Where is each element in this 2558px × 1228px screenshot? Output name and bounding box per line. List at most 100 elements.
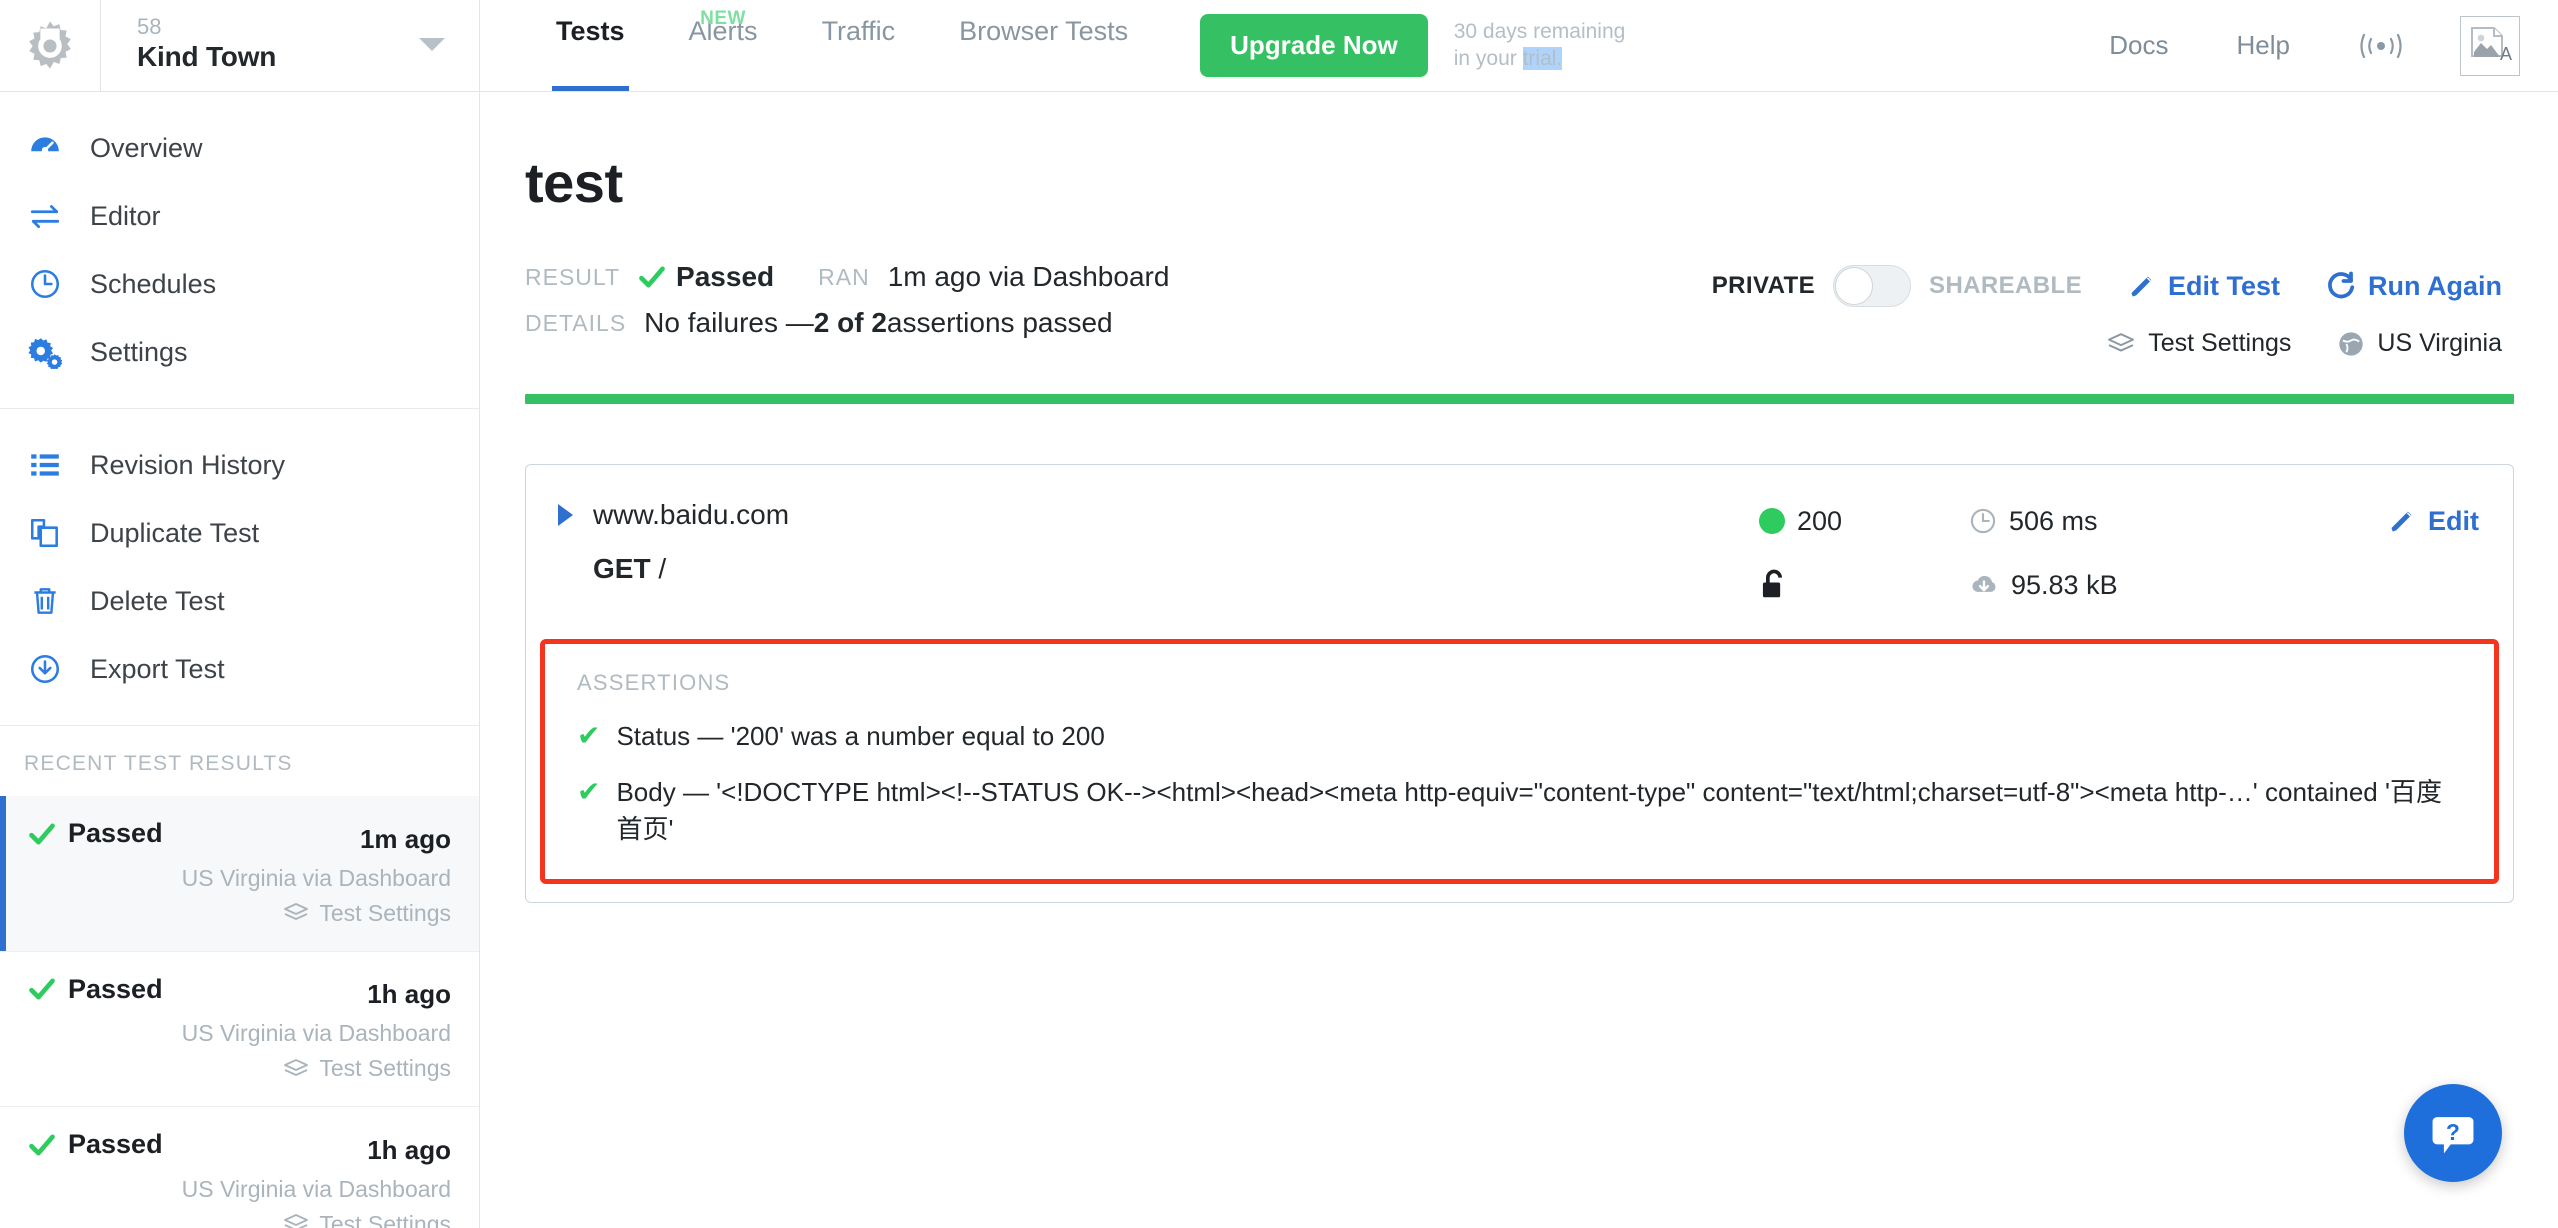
sidebar-item-export-test-label: Export Test [90,653,225,684]
tab-alerts[interactable]: NEW Alerts [657,0,790,91]
result-settings-label: Test Settings [319,899,451,926]
result-settings[interactable]: Test Settings [28,1211,451,1228]
sidebar-item-duplicate-test[interactable]: Duplicate Test [0,499,479,567]
list-item[interactable]: Passed 1m ago US Virginia via Dashboard … [0,796,479,952]
upgrade-now-button[interactable]: Upgrade Now [1200,14,1428,77]
sidebar-item-editor[interactable]: Editor [0,182,479,250]
status-bar [525,394,2514,404]
result-key: RESULT [525,263,621,290]
test-settings-link[interactable]: Test Settings [2106,329,2291,358]
duration-cell: 506 ms [1969,499,2269,543]
sidebar-secondary-group: Revision History Duplicate Test Delete T… [0,408,479,725]
sidebar-item-schedules[interactable]: Schedules [0,250,479,318]
trial-line-1: 30 days remaining [1453,19,1626,43]
request-url: www.baidu.com [593,499,790,530]
new-badge: NEW [700,8,746,29]
status-code: 200 [1797,505,1843,536]
triangle-right-icon[interactable] [558,504,573,526]
trial-link[interactable]: trial. [1522,46,1563,70]
visibility-toggle-group: PRIVATE SHAREABLE [1712,265,2082,307]
globe-icon [2339,331,2364,356]
result-row: RESULT Passed RAN 1m ago via Dashboard [525,261,1169,293]
assertion-item: ✔ Status — '200' was a number equal to 2… [577,718,2462,756]
request-left: www.baidu.com GET / [526,499,1759,607]
avatar[interactable]: A [2460,15,2520,76]
test-meta-left: RESULT Passed RAN 1m ago via Dashboard D… [525,261,1169,353]
sidebar-item-delete-test[interactable]: Delete Test [0,567,479,635]
tab-browser-tests[interactable]: Browser Tests [927,0,1160,91]
docs-link[interactable]: Docs [2075,30,2202,61]
result-settings-label: Test Settings [319,1210,451,1228]
ran-value: 1m ago via Dashboard [887,261,1170,292]
status-badge: Passed [28,974,163,1005]
account-count: 58 [137,14,162,39]
result-settings-label: Test Settings [319,1055,451,1081]
cloud-download-icon [1972,575,1996,592]
account-switcher[interactable]: 58 Kind Town [100,0,480,91]
exchange-arrows-icon [28,199,74,233]
broadcast-icon[interactable] [2324,31,2438,61]
main-inner: test RESULT Passed RAN 1m ago via Dashbo… [481,92,2558,358]
size-value: 95.83 kB [2011,569,2118,600]
status-badge: Passed [28,818,163,849]
result-status-label: Passed [68,973,163,1004]
check-icon [29,823,55,844]
sidebar-item-export-test[interactable]: Export Test [0,635,479,703]
request-method: GET [593,553,651,584]
trial-prefix: in your [1453,46,1523,70]
lock-cell [1759,563,1969,607]
run-again-button[interactable]: Run Again [2326,271,2502,302]
region-link[interactable]: US Virginia [2337,329,2502,358]
check-icon [29,978,55,1000]
list-item[interactable]: Passed 1h ago US Virginia via Dashboard … [0,952,479,1107]
list-item[interactable]: Passed 1h ago US Virginia via Dashboard … [0,1107,479,1228]
result-status-label: Passed [68,818,163,848]
main-nav-tabs: Tests NEW Alerts Traffic Browser Tests [480,0,1160,91]
shareable-toggle[interactable] [1833,265,1912,307]
details-count: 2 of 2 [813,307,887,338]
copy-icon [28,516,74,550]
svg-text:?: ? [2446,1119,2460,1145]
test-meta-block: RESULT Passed RAN 1m ago via Dashboard D… [525,261,2502,358]
tab-traffic-label: Traffic [821,16,896,46]
sidebar-item-overview[interactable]: Overview [0,114,479,182]
result-status-label: Passed [68,1129,163,1159]
run-again-label: Run Again [2368,270,2502,301]
check-icon: ✔ [577,720,601,751]
help-link[interactable]: Help [2203,30,2324,61]
edit-request-button[interactable]: Edit [2269,499,2479,543]
tab-tests[interactable]: Tests [524,0,657,91]
trial-line-2: in your trial. [1454,46,1626,73]
layers-icon [284,903,309,920]
status-badge: Passed [28,1129,163,1160]
request-url-row: www.baidu.com [558,499,1759,531]
sidebar-item-settings-label: Settings [90,336,188,367]
details-post: assertions passed [886,307,1113,338]
sidebar-item-revision-history[interactable]: Revision History [0,431,479,499]
private-label: PRIVATE [1711,272,1816,299]
size-cell: 95.83 kB [1969,563,2269,607]
result-settings[interactable]: Test Settings [28,900,451,927]
request-path: / [658,553,667,584]
status-dot-icon [1759,508,1785,534]
request-right: 200 506 ms 95.83 kB Edit [1759,499,2513,607]
dashboard-gauge-icon [28,131,74,165]
top-bar: 58 Kind Town Tests NEW Alerts Traffic Br… [0,0,2558,92]
request-summary-row: www.baidu.com GET / 200 506 ms 95.83 kB … [526,465,2513,607]
assertion-item: ✔ Body — '<!DOCTYPE html><!--STATUS OK--… [577,774,2462,849]
chevron-down-icon[interactable] [419,38,445,51]
tab-traffic[interactable]: Traffic [790,0,928,91]
details-key: DETAILS [525,309,627,336]
result-row-top: Passed 1h ago [28,1129,451,1166]
gear-logo-icon[interactable] [22,18,78,74]
help-chat-button[interactable]: ? [2404,1084,2502,1182]
edit-test-button[interactable]: Edit Test [2128,271,2280,302]
sidebar-item-settings[interactable]: Settings [0,318,479,386]
result-value: Passed [676,261,775,292]
tab-browser-tests-label: Browser Tests [959,16,1129,46]
sidebar-item-schedules-label: Schedules [90,268,217,299]
result-settings[interactable]: Test Settings [28,1055,451,1082]
status-code-cell: 200 [1759,499,1969,543]
result-time: 1m ago [359,823,451,854]
assertion-text: Body — '<!DOCTYPE html><!--STATUS OK--><… [616,776,2442,845]
